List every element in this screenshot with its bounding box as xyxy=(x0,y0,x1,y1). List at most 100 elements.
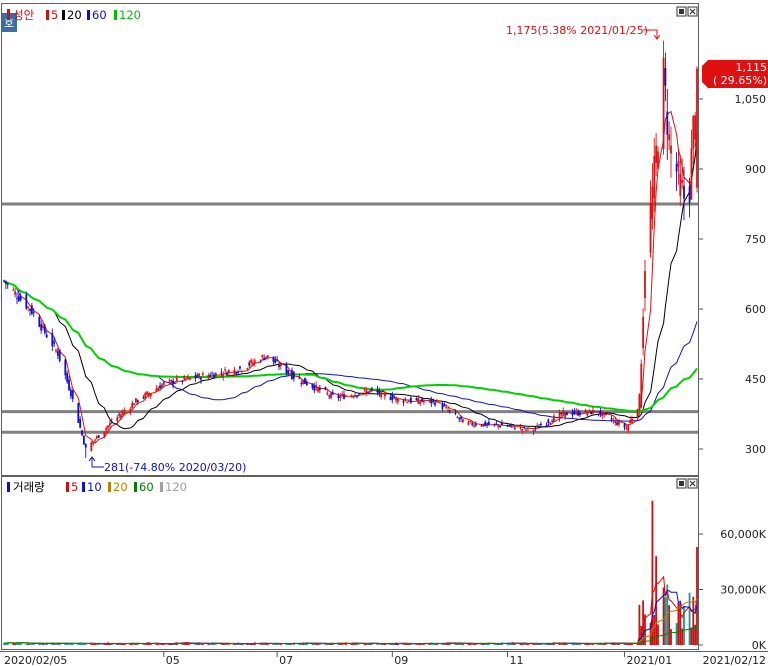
candle-body xyxy=(534,427,537,429)
candle-body xyxy=(318,387,321,390)
candle-body xyxy=(14,291,17,295)
candle-body xyxy=(547,419,550,423)
candle-body xyxy=(55,349,57,352)
candle-body xyxy=(501,423,503,426)
candle-body xyxy=(625,427,628,430)
candle-body xyxy=(214,372,217,378)
volume-bar xyxy=(409,644,412,645)
candle-body xyxy=(475,423,477,426)
candle-body xyxy=(339,396,342,399)
candle-body xyxy=(376,389,379,393)
volume-panel-close-button[interactable] xyxy=(687,478,698,489)
candle-body xyxy=(207,375,210,379)
volume-bar xyxy=(29,643,31,645)
candle-body xyxy=(558,412,561,419)
candle-body xyxy=(82,435,85,445)
volume-bar xyxy=(198,644,200,645)
volume-bar xyxy=(651,500,654,645)
candle-body xyxy=(291,370,293,379)
candle-body xyxy=(461,419,464,423)
date-axis: 2020/02/05 05 07 09 11 2021/01 2021/02/12 xyxy=(4,651,766,666)
volume-bar xyxy=(668,605,671,645)
date-tick-label: 07 xyxy=(279,654,293,666)
candle-body xyxy=(644,271,646,298)
volume-bar xyxy=(664,597,667,645)
candle-body xyxy=(68,379,70,390)
candle-body xyxy=(188,377,191,380)
price-tick-label: 600 xyxy=(745,303,766,316)
candle-body xyxy=(344,395,347,397)
candle-body xyxy=(97,435,100,438)
candle-body xyxy=(170,380,173,384)
candle-body xyxy=(664,68,667,86)
candle-body xyxy=(183,376,186,380)
volume-bar xyxy=(97,644,100,645)
candle-body xyxy=(146,391,148,395)
price-panel-close-button[interactable] xyxy=(687,6,698,17)
candle-body xyxy=(627,424,630,431)
candle-body xyxy=(618,421,620,425)
candle-body xyxy=(408,401,410,403)
candle-body xyxy=(681,180,684,183)
candle-body xyxy=(250,360,253,363)
candle-body xyxy=(116,417,119,422)
candle-body xyxy=(601,411,604,417)
volume-bar xyxy=(318,644,321,645)
price-tick-label: 300 xyxy=(745,443,766,456)
candle-body xyxy=(168,379,171,381)
candle-body xyxy=(196,374,199,378)
candle-body xyxy=(421,398,423,402)
volume-bar xyxy=(95,644,98,646)
candle-body xyxy=(471,422,474,425)
volume-bar xyxy=(679,603,682,645)
candle-body xyxy=(185,378,187,380)
candle-body xyxy=(40,324,43,331)
candle-body xyxy=(508,425,511,427)
candle-body xyxy=(341,393,344,395)
candle-body xyxy=(58,349,61,361)
candle-body xyxy=(391,394,394,401)
price-panel-maximize-button[interactable] xyxy=(676,6,687,17)
candle-body xyxy=(103,431,106,437)
candle-body xyxy=(279,364,282,367)
volume-bar xyxy=(278,644,280,645)
volume-bar xyxy=(209,644,212,645)
volume-bar xyxy=(81,644,83,645)
candle-body xyxy=(430,399,433,404)
candle-body xyxy=(458,418,461,420)
volume-bar xyxy=(326,644,329,646)
candle-body xyxy=(356,395,358,397)
candle-body xyxy=(300,383,303,385)
volume-bar xyxy=(497,644,500,645)
candle-body xyxy=(155,388,158,392)
legend-ma120: 120 xyxy=(119,8,141,22)
candle-body xyxy=(588,409,591,411)
volume-bar xyxy=(653,615,656,645)
volume-panel-maximize-button[interactable] xyxy=(676,478,687,489)
candle-body xyxy=(94,439,96,441)
candle-body xyxy=(246,368,249,370)
volume-bar xyxy=(380,644,383,645)
candle-body xyxy=(521,429,524,431)
candle-body xyxy=(17,295,20,302)
legend-vol-ma10: 10 xyxy=(87,480,102,494)
volume-bar xyxy=(614,644,617,645)
candle-body xyxy=(454,412,457,414)
volume-bar xyxy=(657,624,659,645)
candle-body xyxy=(42,325,44,328)
volume-bar xyxy=(357,644,360,646)
candle-body xyxy=(16,297,18,299)
candle-body xyxy=(590,411,593,415)
candle-body xyxy=(45,334,48,338)
candle-body xyxy=(605,414,607,416)
candle-body xyxy=(144,393,147,399)
candle-body xyxy=(551,421,553,423)
candle-body xyxy=(227,370,230,373)
candle-body xyxy=(402,400,405,403)
candle-body xyxy=(240,371,243,373)
candle-body xyxy=(499,426,501,428)
volume-bar xyxy=(406,643,409,645)
current-price-change: ( 29.65%) xyxy=(713,74,767,87)
candle-body xyxy=(538,427,540,429)
candle-body xyxy=(579,412,581,415)
